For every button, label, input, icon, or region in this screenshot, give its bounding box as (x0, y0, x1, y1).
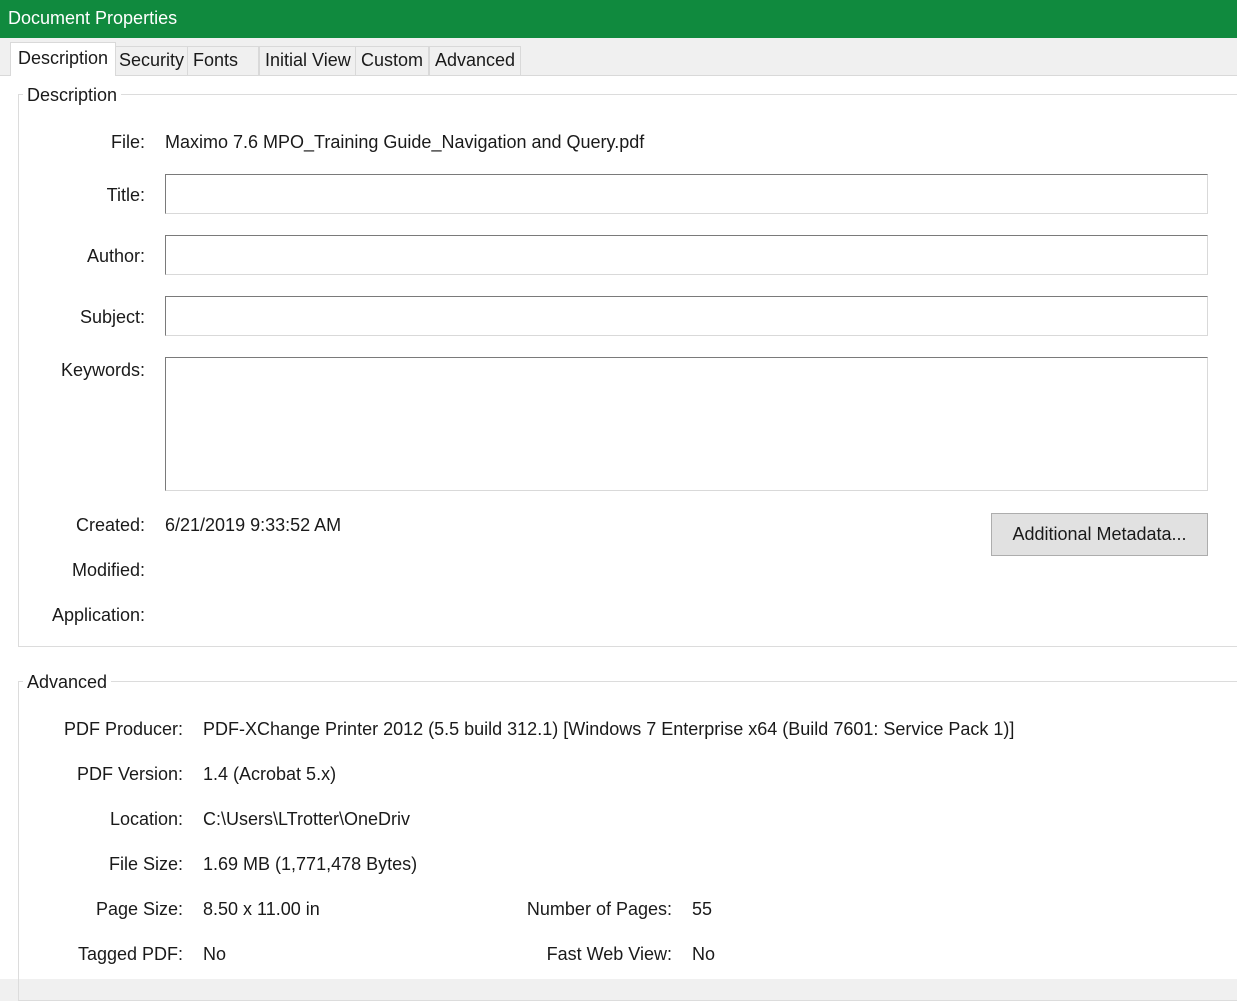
pdf-version-label: PDF Version: (76, 764, 183, 784)
tab-strip: Description Security Fonts Initial View … (0, 38, 1237, 76)
author-field[interactable] (165, 235, 1208, 275)
keywords-label: Keywords: (60, 360, 145, 380)
number-of-pages-label: Number of Pages: (526, 899, 672, 919)
tab-initial-view[interactable]: Initial View (259, 46, 357, 75)
application-label: Application: (51, 605, 145, 625)
window-title: Document Properties (8, 8, 178, 28)
page-size-label: Page Size: (95, 899, 183, 919)
file-size-label: File Size: (108, 854, 183, 874)
keywords-field[interactable] (165, 357, 1208, 491)
tab-advanced[interactable]: Advanced (429, 46, 522, 75)
tagged-pdf-label: Tagged PDF: (77, 944, 183, 964)
advanced-group-label: Advanced (23, 672, 112, 692)
tab-description[interactable]: Description (10, 42, 117, 76)
created-label: Created: (75, 515, 145, 535)
pdf-producer-label: PDF Producer: (63, 719, 183, 739)
tab-content-panel: Description File: Maximo 7.6 MPO_Trainin… (0, 76, 1237, 1001)
file-label: File: (110, 132, 145, 152)
location-label: Location: (109, 809, 183, 829)
additional-metadata-button[interactable]: Additional Metadata... (991, 513, 1208, 556)
fast-web-view-label: Fast Web View: (546, 944, 672, 964)
file-value: Maximo 7.6 MPO_Training Guide_Navigation… (165, 132, 645, 152)
created-value: 6/21/2019 9:33:52 AM (165, 515, 342, 535)
file-size-value: 1.69 MB (1,771,478 Bytes) (203, 854, 418, 874)
title-field[interactable] (165, 174, 1208, 214)
subject-field[interactable] (165, 296, 1208, 336)
modified-label: Modified: (71, 560, 145, 580)
subject-label: Subject: (79, 307, 145, 327)
pdf-version-value: 1.4 (Acrobat 5.x) (203, 764, 337, 784)
description-group-label: Description (23, 85, 122, 105)
location-value: C:\Users\LTrotter\OneDriv (203, 809, 411, 829)
page-size-value: 8.50 x 11.00 in (203, 899, 320, 919)
fast-web-view-value: No (692, 944, 716, 964)
tab-fonts[interactable]: Fonts (187, 46, 259, 75)
author-label: Author: (86, 246, 145, 266)
window-title-bar: Document Properties (0, 0, 1237, 38)
title-label: Title: (106, 185, 145, 205)
tagged-pdf-value: No (203, 944, 227, 964)
tab-custom[interactable]: Custom (355, 46, 430, 75)
tab-security[interactable]: Security (113, 46, 191, 75)
pdf-producer-value: PDF-XChange Printer 2012 (5.5 build 312.… (203, 719, 1015, 739)
number-of-pages-value: 55 (692, 899, 713, 919)
